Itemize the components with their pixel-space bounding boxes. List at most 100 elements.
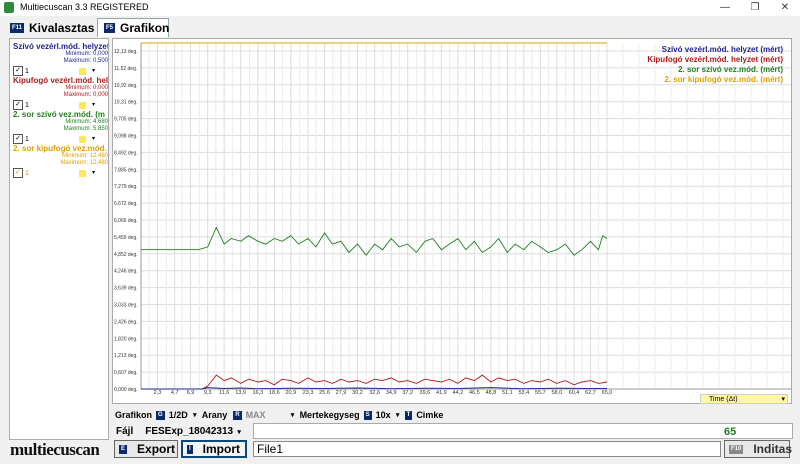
y-tick-label: 0,000 deg. bbox=[114, 387, 138, 393]
series-item[interactable]: Kipufogó vezérl.mód. helyzet Minimum: 0,… bbox=[13, 76, 109, 110]
series-checkbox[interactable]: ✓ bbox=[13, 134, 23, 144]
series-checkbox[interactable]: ✓ bbox=[13, 168, 23, 178]
series-item[interactable]: 2. sor kipufogó vez.mód. Minimum: 12,480… bbox=[13, 144, 108, 178]
series-dropdown-icon[interactable]: ▾ bbox=[90, 136, 97, 143]
arany-label: Arany bbox=[201, 410, 228, 420]
y-tick-label: 12,13 deg. bbox=[114, 49, 138, 55]
progress-counter: 65 bbox=[724, 426, 737, 438]
x-tick-label: 16,3 bbox=[252, 390, 263, 396]
key-badge: G bbox=[156, 410, 165, 420]
export-label: Export bbox=[137, 442, 176, 456]
chevron-down-icon[interactable]: ▾ bbox=[391, 411, 405, 419]
x-tick-label: 46,5 bbox=[469, 390, 480, 396]
series-dropdown-icon[interactable]: ▾ bbox=[90, 68, 97, 75]
y-tick-label: 3,033 deg. bbox=[114, 303, 138, 309]
x-tick-label: 53,4 bbox=[518, 390, 529, 396]
mertekegyseg-select[interactable]: 10x bbox=[376, 410, 391, 420]
multiecuscan-logo: multiecuscan bbox=[10, 440, 100, 459]
series-color-swatch[interactable] bbox=[79, 101, 86, 109]
maximize-button[interactable]: ❐ bbox=[740, 0, 770, 16]
y-tick-label: 7,885 deg. bbox=[114, 167, 138, 173]
series-checkbox[interactable]: ✓ bbox=[13, 66, 23, 76]
series-name: Kipufogó vezérl.mód. helyzet bbox=[13, 76, 109, 85]
y-tick-label: 4,246 deg. bbox=[114, 269, 138, 275]
series-maximum: Maximum: 0,500 bbox=[63, 58, 108, 64]
legend-entry: Kipufogó vezérl.mód. helyzet (mért) bbox=[647, 55, 783, 64]
file-name-input[interactable]: File1 bbox=[253, 441, 721, 457]
grafikon-mode-select[interactable]: 1/2D bbox=[169, 410, 188, 420]
y-tick-label: 1,820 deg. bbox=[114, 336, 138, 342]
series-minimum: Minimum: 12,480 bbox=[61, 153, 108, 159]
window-title: Multiecuscan 3.3 REGISTERED bbox=[20, 2, 149, 12]
tab-kivalasztas[interactable]: F11 Kivalasztas bbox=[4, 18, 94, 37]
series-value: 1 bbox=[25, 169, 29, 177]
import-button[interactable]: I Import bbox=[181, 440, 247, 458]
inditas-button[interactable]: F10 Inditas bbox=[724, 440, 792, 458]
y-tick-label: 0,607 deg. bbox=[114, 370, 138, 376]
legend-entry: 2. sor szívó vez.mód. (mért) bbox=[678, 65, 783, 74]
mertekegyseg-label: Mertekegyseg bbox=[299, 410, 360, 420]
x-tick-label: 23,3 bbox=[303, 390, 314, 396]
key-badge: E bbox=[119, 444, 128, 454]
x-tick-label: 20,9 bbox=[285, 390, 296, 396]
series-dropdown-icon[interactable]: ▾ bbox=[90, 170, 97, 177]
y-tick-label: 8,492 deg. bbox=[114, 150, 138, 156]
x-tick-label: 41,9 bbox=[436, 390, 447, 396]
x-tick-label: 30,2 bbox=[352, 390, 363, 396]
tab-label: Grafikon bbox=[120, 21, 170, 35]
x-tick-label: 6,9 bbox=[187, 390, 195, 396]
tab-grafikon[interactable]: F5 Grafikon bbox=[97, 18, 169, 37]
series-checkbox[interactable]: ✓ bbox=[13, 100, 23, 110]
series-color-swatch[interactable] bbox=[79, 67, 86, 75]
x-tick-label: 62,7 bbox=[585, 390, 596, 396]
status-bar bbox=[253, 423, 793, 439]
arany-select[interactable]: MAX bbox=[246, 410, 286, 420]
x-tick-label: 9,3 bbox=[204, 390, 212, 396]
series-color-swatch[interactable] bbox=[79, 169, 86, 177]
y-tick-label: 10,31 deg. bbox=[114, 100, 138, 106]
series-dropdown-icon[interactable]: ▾ bbox=[90, 102, 97, 109]
x-tick-label: 58,0 bbox=[551, 390, 562, 396]
chart-svg[interactable]: 0,000 deg. 0,607 deg. 1,213 deg. 1,820 deg.… bbox=[113, 39, 791, 403]
export-button[interactable]: E Export bbox=[114, 440, 178, 458]
y-tick-label: 9,098 deg. bbox=[114, 134, 138, 140]
chevron-down-icon[interactable]: ▾ bbox=[188, 411, 202, 419]
series-name: Szívó vezérl.mód. helyzet bbox=[13, 42, 109, 51]
close-button[interactable]: ✕ bbox=[770, 0, 800, 16]
y-tick-label: 6,672 deg. bbox=[114, 201, 138, 207]
series-item[interactable]: Szívó vezérl.mód. helyzet Minimum: 0,000… bbox=[13, 42, 109, 76]
key-badge: T bbox=[404, 410, 413, 420]
cimke-toggle[interactable]: Cimke bbox=[416, 410, 443, 420]
series-minimum: Minimum: 0,000 bbox=[65, 85, 108, 91]
x-axis-select[interactable]: Time (Δt) ▾ bbox=[700, 394, 788, 404]
x-tick-label: 65,0 bbox=[602, 390, 613, 396]
series-line bbox=[141, 374, 608, 390]
chart-area[interactable]: 0,000 deg. 0,607 deg. 1,213 deg. 1,820 deg.… bbox=[112, 38, 792, 404]
series-value: 1 bbox=[25, 135, 29, 143]
x-tick-label: 27,9 bbox=[336, 390, 347, 396]
x-tick-label: 51,1 bbox=[502, 390, 513, 396]
grafikon-label: Grafikon bbox=[115, 410, 153, 420]
series-name: 2. sor kipufogó vez.mód. bbox=[13, 144, 107, 153]
series-item[interactable]: 2. sor szívó vez.mód. (m Minimum: 4,680 … bbox=[13, 110, 108, 144]
y-tick-label: 11,52 deg. bbox=[114, 66, 137, 72]
key-badge: F10 bbox=[729, 444, 744, 454]
x-tick-label: 25,6 bbox=[319, 390, 330, 396]
x-tick-label: 39,6 bbox=[420, 390, 431, 396]
series-color-swatch[interactable] bbox=[79, 135, 86, 143]
y-tick-label: 7,279 deg. bbox=[114, 184, 138, 190]
x-tick-label: 2,3 bbox=[154, 390, 162, 396]
y-tick-label: 4,852 deg. bbox=[114, 252, 138, 258]
import-label: Import bbox=[202, 442, 241, 456]
x-tick-label: 18,6 bbox=[269, 390, 280, 396]
y-tick-label: 9,705 deg. bbox=[114, 117, 138, 123]
y-tick-label: 2,426 deg. bbox=[114, 319, 138, 325]
minimize-button[interactable]: — bbox=[710, 0, 740, 16]
series-minimum: Minimum: 4,680 bbox=[65, 119, 108, 125]
file-select[interactable]: FESExp_18042313 bbox=[145, 426, 233, 437]
chevron-down-icon[interactable]: ▾ bbox=[233, 428, 245, 436]
chevron-down-icon[interactable]: ▾ bbox=[286, 411, 300, 419]
series-line bbox=[141, 226, 608, 256]
y-tick-label: 10,92 deg. bbox=[114, 83, 138, 89]
y-tick-label: 6,066 deg. bbox=[114, 218, 138, 224]
